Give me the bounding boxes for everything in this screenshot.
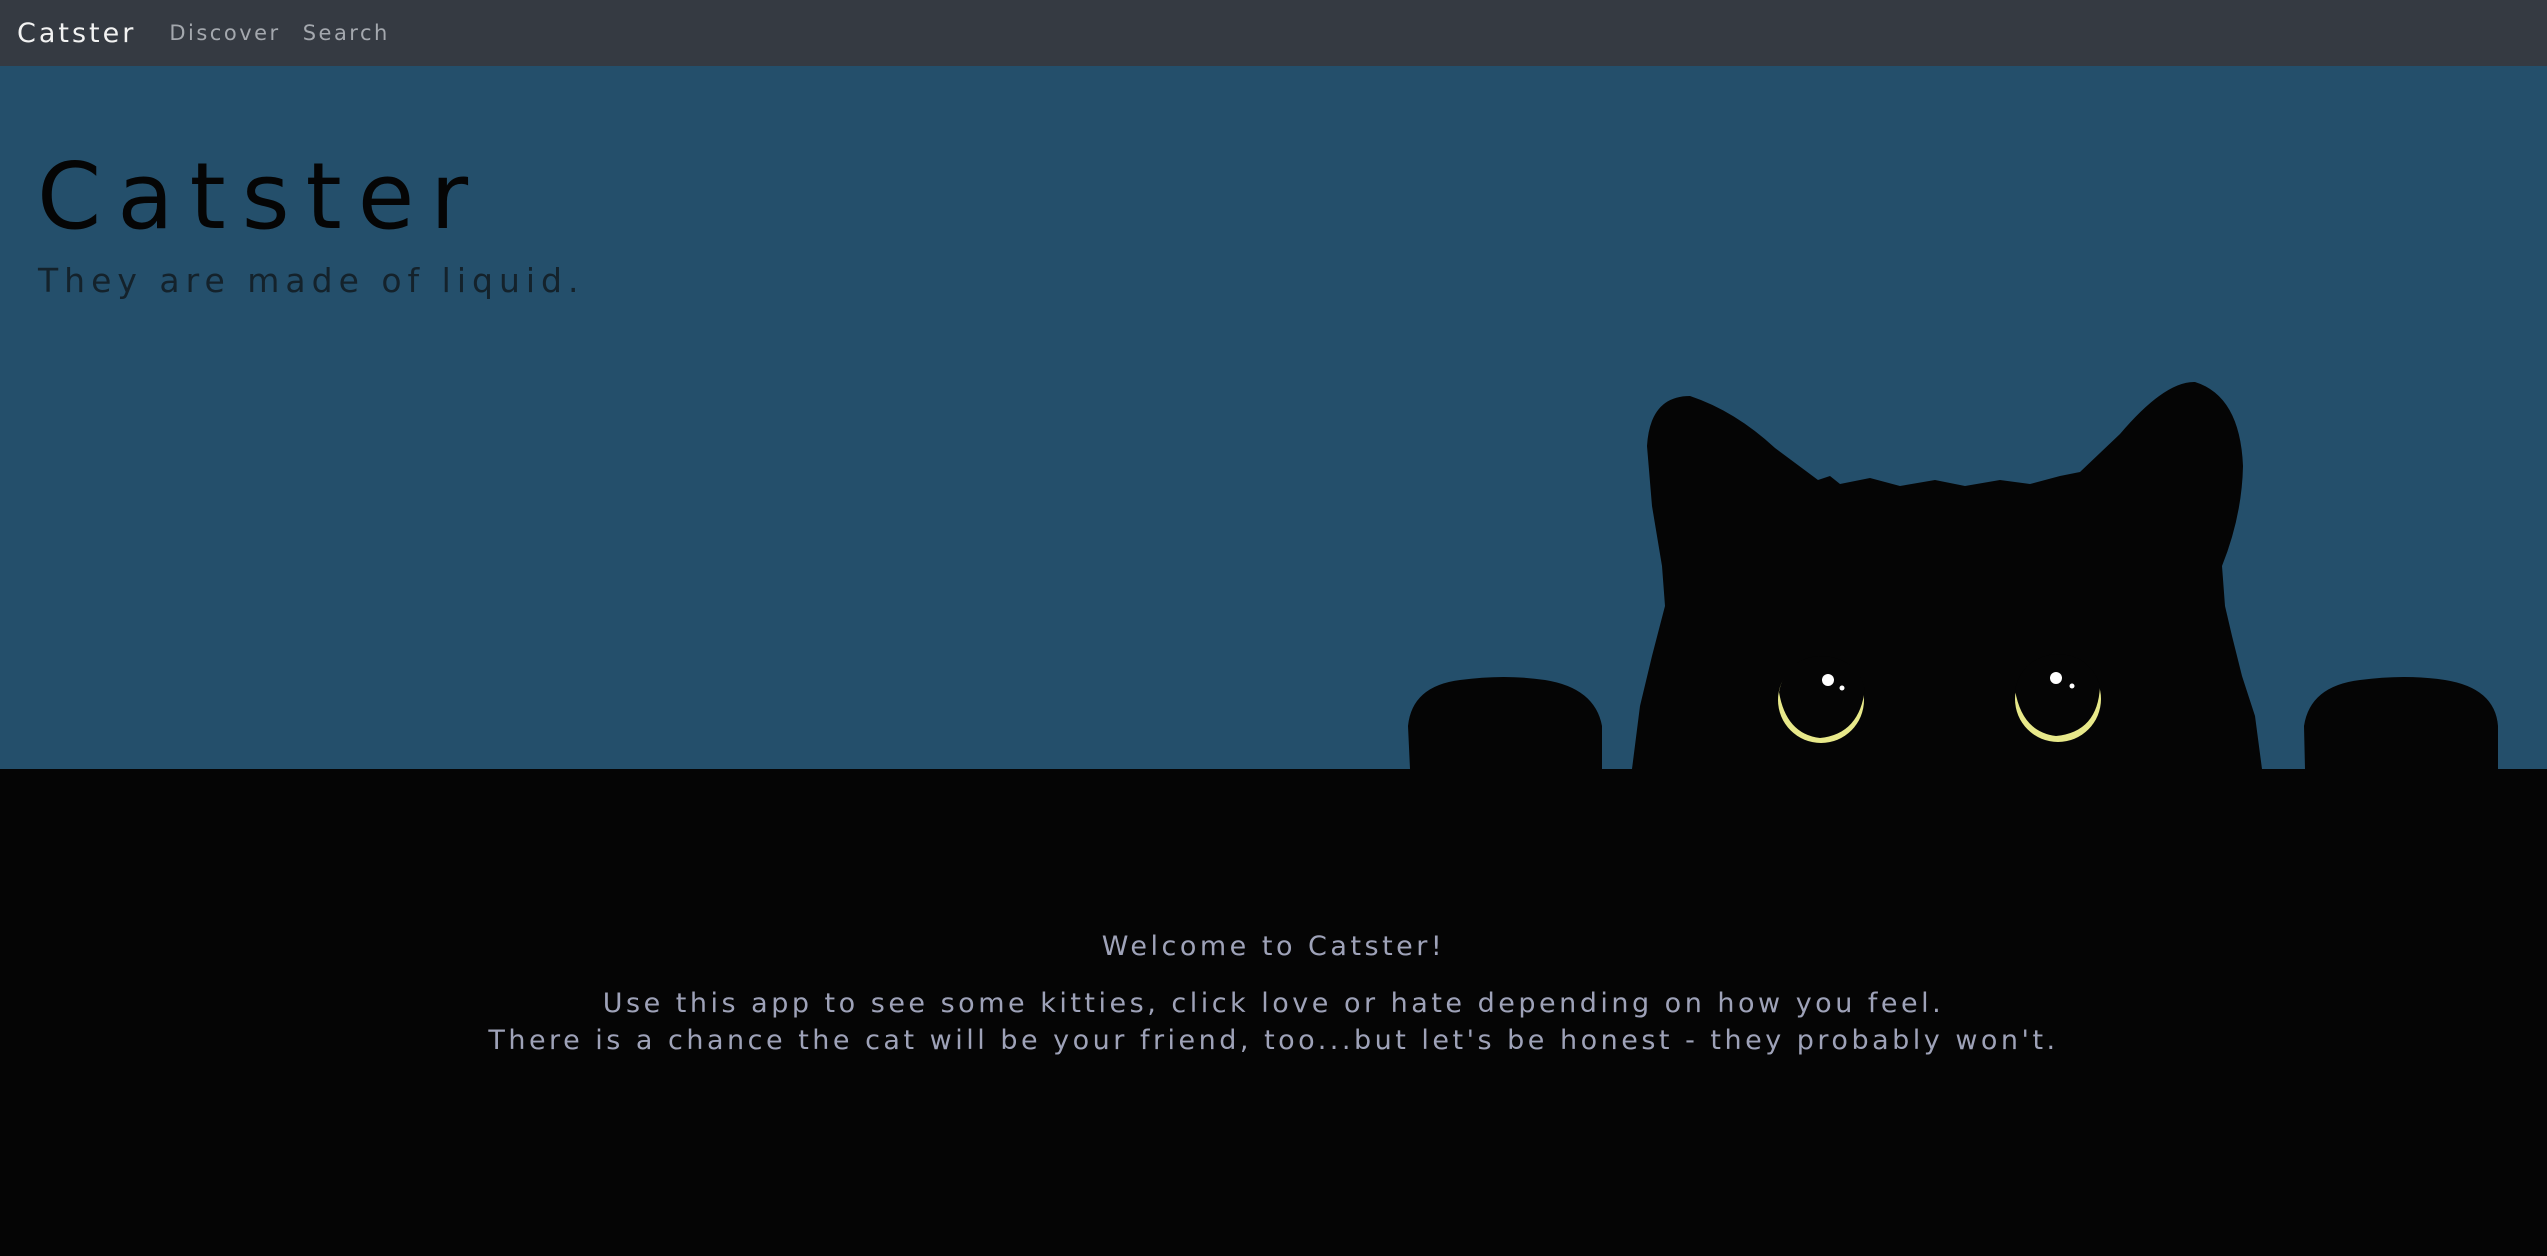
hero-banner: Catster They are made of liquid. <box>0 66 2547 769</box>
top-navbar: Catster Discover Search <box>0 0 2547 66</box>
welcome-heading: Welcome to Catster! <box>1101 931 1446 962</box>
welcome-section: Welcome to Catster! Use this app to see … <box>0 769 2547 1256</box>
cat-right-eye-glint <box>2050 672 2062 684</box>
peeking-cat-illustration <box>1408 381 2498 769</box>
nav-link-search[interactable]: Search <box>303 21 390 45</box>
cat-left-paw <box>1408 677 1602 769</box>
cat-right-paw-shape <box>2304 677 2498 769</box>
cat-head <box>1632 381 2262 769</box>
cat-left-eye-glint <box>1822 674 1834 686</box>
description-line-1: Use this app to see some kitties, click … <box>602 988 1945 1019</box>
nav-link-discover[interactable]: Discover <box>169 21 280 45</box>
brand-link[interactable]: Catster <box>17 18 136 49</box>
description-line-2: There is a chance the cat will be your f… <box>488 1025 2059 1056</box>
